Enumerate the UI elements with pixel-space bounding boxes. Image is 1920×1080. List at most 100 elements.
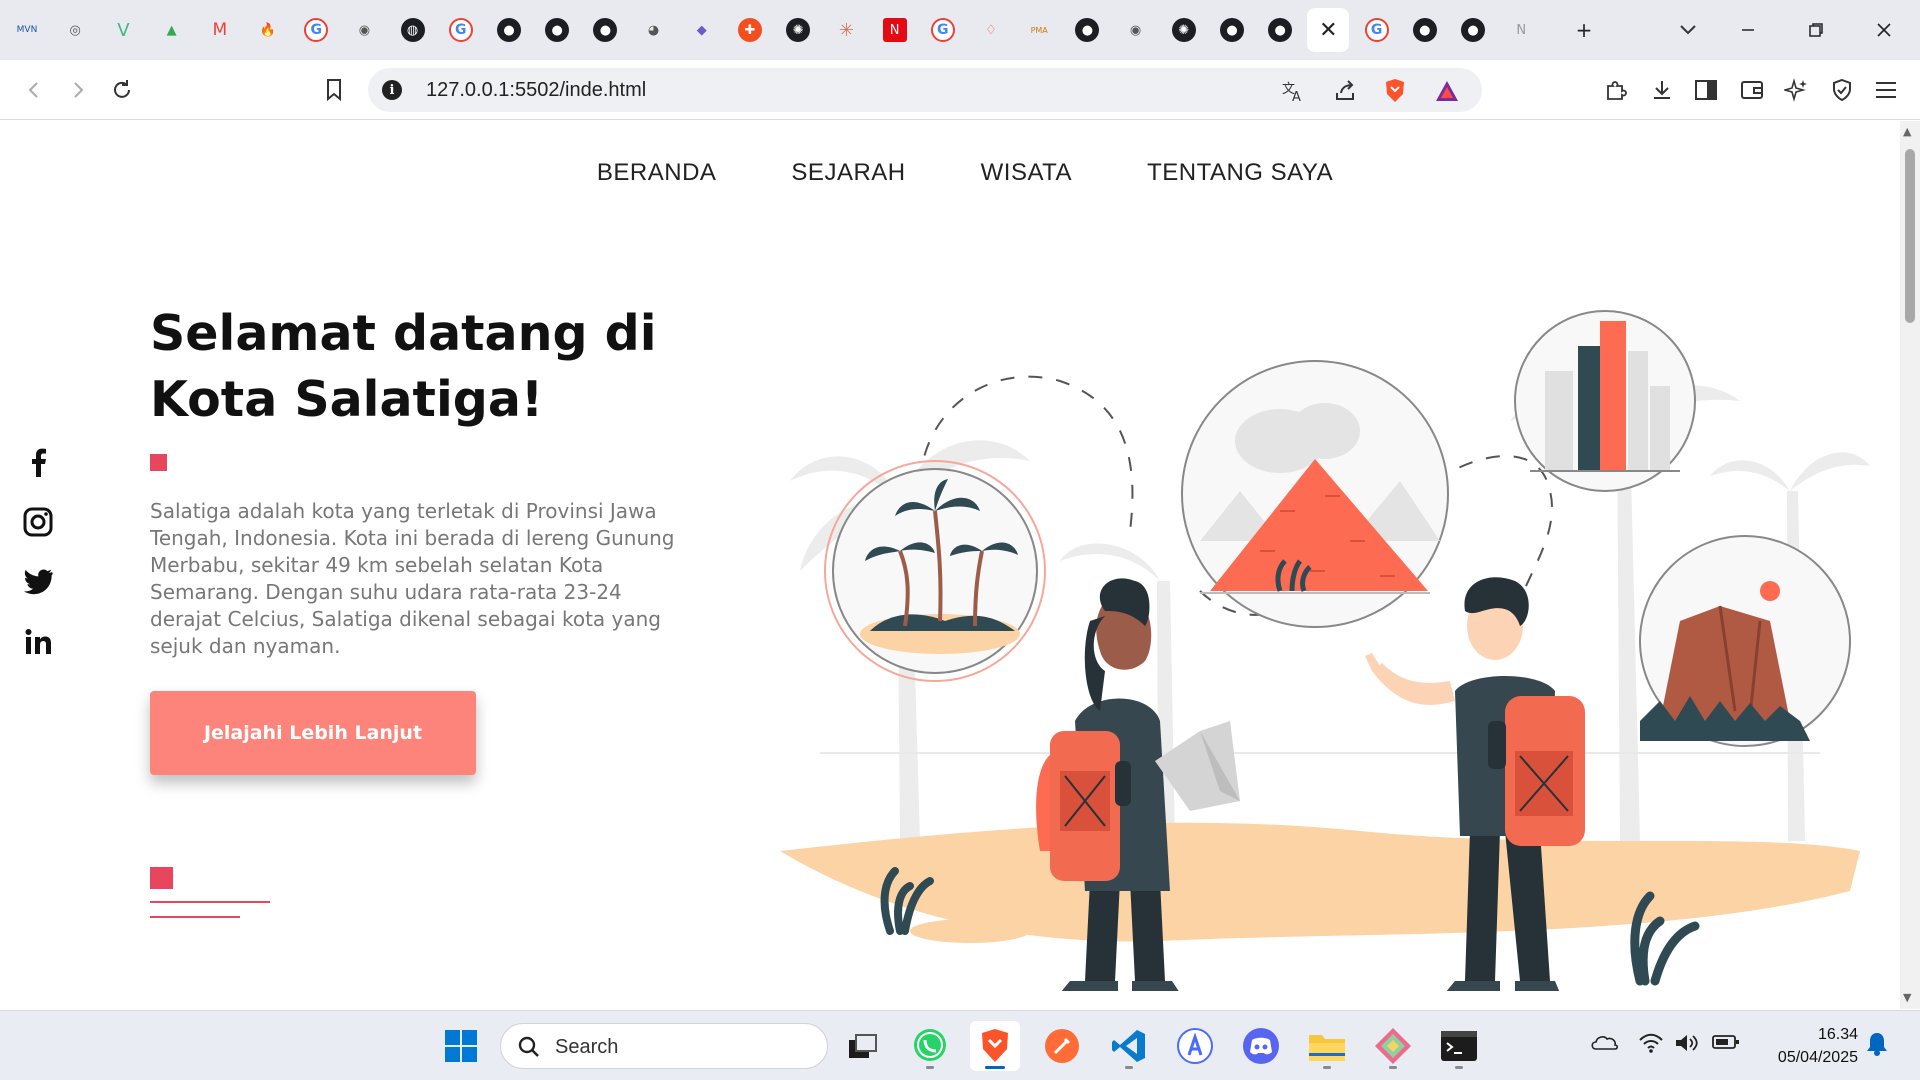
wallet-button[interactable] bbox=[1734, 72, 1770, 108]
tab-search-button[interactable] bbox=[1668, 12, 1708, 48]
github-icon: ● bbox=[545, 18, 570, 42]
vpn-button[interactable] bbox=[1824, 72, 1860, 108]
browser-tab[interactable]: V bbox=[102, 8, 144, 52]
onedrive-icon[interactable] bbox=[1590, 1033, 1619, 1056]
close-icon bbox=[1877, 23, 1891, 37]
browser-tab[interactable]: MVN bbox=[6, 8, 48, 52]
browser-tab[interactable]: G bbox=[295, 8, 337, 52]
task-view-icon bbox=[849, 1034, 877, 1058]
scroll-thumb[interactable] bbox=[1905, 149, 1915, 323]
browser-tab[interactable]: ● bbox=[1259, 8, 1301, 52]
browser-tab[interactable]: ◎ bbox=[54, 8, 96, 52]
hamburger-icon bbox=[1876, 82, 1896, 98]
browser-tab[interactable]: N bbox=[1500, 8, 1542, 52]
translate-icon[interactable]: 文A bbox=[1278, 76, 1308, 106]
browser-tab[interactable]: ● bbox=[1066, 8, 1108, 52]
browser-tab[interactable]: 🔥 bbox=[247, 8, 289, 52]
browser-tab[interactable]: ◆ bbox=[681, 8, 723, 52]
reload-button[interactable] bbox=[104, 72, 140, 108]
whatsapp-app[interactable] bbox=[905, 1021, 955, 1071]
brave-shield-icon[interactable] bbox=[1380, 76, 1410, 106]
extensions-button[interactable] bbox=[1598, 72, 1634, 108]
battery-icon[interactable] bbox=[1712, 1033, 1740, 1056]
browser-tab[interactable]: M bbox=[199, 8, 241, 52]
menu-button[interactable] bbox=[1868, 72, 1904, 108]
taskbar-clock[interactable]: 16.34 05/04/2025 bbox=[1778, 1023, 1858, 1069]
browser-tab[interactable]: ● bbox=[1211, 8, 1253, 52]
nav-tentang-saya[interactable]: TENTANG SAYA bbox=[1147, 159, 1333, 187]
address-bar[interactable]: i 127.0.0.1:5502/inde.html 文A bbox=[368, 68, 1482, 112]
start-button[interactable] bbox=[436, 1021, 486, 1071]
share-icon[interactable] bbox=[1330, 76, 1360, 106]
minimize-button[interactable] bbox=[1728, 12, 1768, 48]
browser-tab[interactable]: ◕ bbox=[633, 8, 675, 52]
vscode-app[interactable] bbox=[1104, 1021, 1154, 1071]
browser-tab[interactable]: ◉ bbox=[1115, 8, 1157, 52]
browser-tab[interactable]: ✳ bbox=[825, 8, 867, 52]
git-app[interactable] bbox=[1368, 1021, 1418, 1071]
discord-app[interactable] bbox=[1236, 1021, 1286, 1071]
leo-ai-button[interactable] bbox=[1778, 72, 1814, 108]
browser-tab[interactable]: ✕ bbox=[1307, 8, 1350, 52]
downloads-button[interactable] bbox=[1644, 72, 1680, 108]
browser-tab[interactable]: ◍ bbox=[392, 8, 434, 52]
terminal-app[interactable] bbox=[1434, 1021, 1484, 1071]
instagram-icon[interactable] bbox=[22, 506, 54, 538]
github-icon: ● bbox=[1075, 18, 1100, 42]
wifi-icon[interactable] bbox=[1638, 1033, 1664, 1058]
nav-beranda[interactable]: BERANDA bbox=[597, 159, 717, 187]
nav-sejarah[interactable]: SEJARAH bbox=[791, 159, 905, 187]
chevron-down-icon bbox=[1680, 25, 1696, 35]
notification-bell-icon[interactable] bbox=[1865, 1031, 1889, 1062]
twitter-icon[interactable] bbox=[22, 566, 54, 598]
bookmark-button[interactable] bbox=[316, 72, 352, 108]
nav-wisata[interactable]: WISATA bbox=[981, 159, 1072, 187]
task-view-button[interactable] bbox=[838, 1021, 888, 1071]
browser-tab[interactable]: ● bbox=[488, 8, 530, 52]
vue-icon: V bbox=[117, 19, 130, 41]
scroll-up-icon[interactable]: ▲ bbox=[1903, 125, 1911, 138]
app-store-app[interactable] bbox=[1170, 1021, 1220, 1071]
explore-button[interactable]: Jelajahi Lebih Lanjut bbox=[150, 691, 476, 775]
file-explorer-app[interactable] bbox=[1302, 1021, 1352, 1071]
browser-tab[interactable]: ● bbox=[1452, 8, 1494, 52]
git-kraken-icon bbox=[1375, 1028, 1411, 1064]
globe-icon: ◉ bbox=[358, 22, 371, 38]
site-info-icon[interactable]: i bbox=[382, 80, 402, 100]
taskbar-search[interactable]: Search bbox=[500, 1023, 828, 1069]
browser-tab[interactable]: ● bbox=[584, 8, 626, 52]
browser-tab[interactable]: ● bbox=[1404, 8, 1446, 52]
browser-toolbar: i 127.0.0.1:5502/inde.html 文A bbox=[0, 60, 1920, 120]
brave-app[interactable] bbox=[970, 1021, 1020, 1071]
browser-tab[interactable]: ▲ bbox=[151, 8, 193, 52]
sidebar-button[interactable] bbox=[1688, 72, 1724, 108]
facebook-icon[interactable] bbox=[22, 446, 54, 478]
browser-tab[interactable]: ✚ bbox=[729, 8, 771, 52]
forward-button[interactable] bbox=[60, 72, 96, 108]
volume-icon[interactable] bbox=[1674, 1033, 1700, 1058]
hero-description: Salatiga adalah kota yang terletak di Pr… bbox=[150, 499, 675, 658]
gmail-icon: M bbox=[212, 20, 228, 40]
browser-tab[interactable]: G bbox=[922, 8, 964, 52]
back-button[interactable] bbox=[16, 72, 52, 108]
browser-tab[interactable]: PMA bbox=[1018, 8, 1060, 52]
brave-rewards-icon[interactable] bbox=[1432, 76, 1462, 106]
browser-tab[interactable]: ✺ bbox=[777, 8, 819, 52]
linkedin-icon[interactable] bbox=[22, 626, 54, 658]
browser-tab[interactable]: ♢ bbox=[970, 8, 1012, 52]
postman-app[interactable] bbox=[1037, 1021, 1087, 1071]
close-window-button[interactable] bbox=[1864, 12, 1904, 48]
new-tab-button[interactable]: + bbox=[1564, 12, 1604, 48]
url-text[interactable]: 127.0.0.1:5502/inde.html bbox=[426, 79, 646, 102]
browser-tab[interactable]: ● bbox=[536, 8, 578, 52]
restore-button[interactable] bbox=[1796, 12, 1836, 48]
browser-tab[interactable]: ◉ bbox=[343, 8, 385, 52]
page-scrollbar[interactable]: ▲ ▼ bbox=[1900, 121, 1920, 1009]
tab-strip: MVN ◎ V ▲ M 🔥 G ◉ ◍ G ● ● ● ◕ ◆ ✚ ✺ ✳ N G ♢ PMA ● ◉ ✺ ● ● ✕ G ● ● N + bbox=[0, 0, 1920, 60]
google-icon: G bbox=[1364, 18, 1389, 42]
browser-tab[interactable]: G bbox=[440, 8, 482, 52]
browser-tab[interactable]: N bbox=[874, 8, 916, 52]
browser-tab[interactable]: G bbox=[1356, 8, 1398, 52]
scroll-down-icon[interactable]: ▼ bbox=[1903, 991, 1911, 1004]
browser-tab[interactable]: ✺ bbox=[1163, 8, 1205, 52]
